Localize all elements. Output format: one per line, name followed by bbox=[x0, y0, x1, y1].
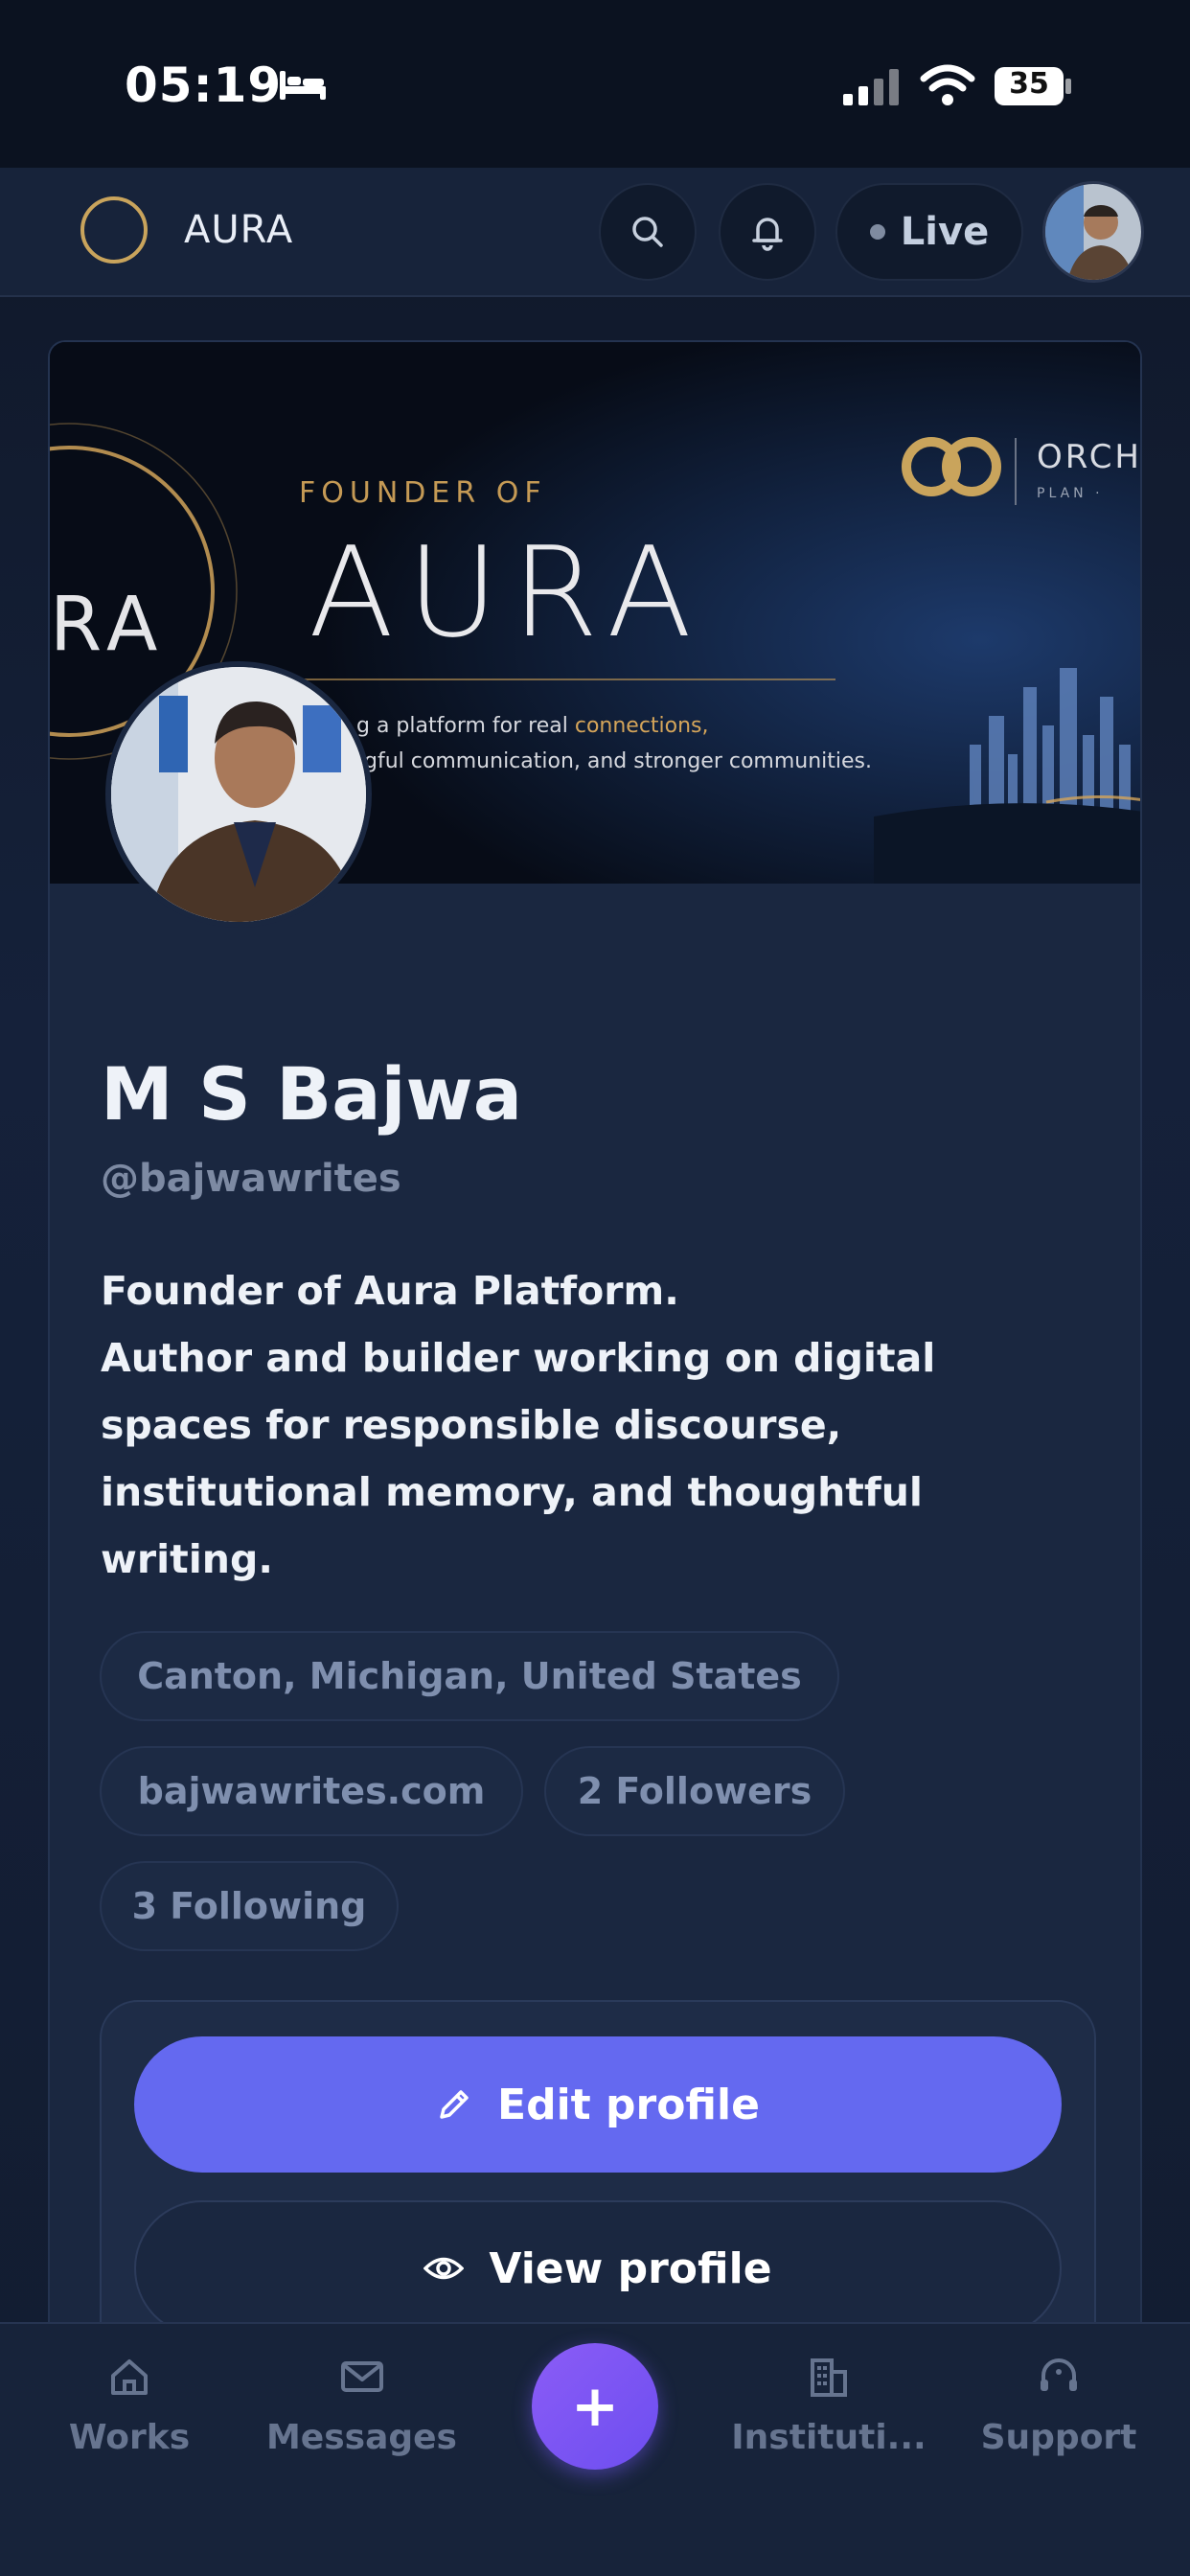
banner-tagline-line1: g a platform for real connections, bbox=[356, 714, 709, 738]
banner-partner-sub: PLAN · bbox=[1037, 486, 1104, 501]
banner-tagline-text: g a platform for real bbox=[356, 714, 575, 738]
home-icon bbox=[111, 2359, 148, 2395]
pencil-icon bbox=[440, 2090, 469, 2119]
location-chip: Canton, Michigan, United States bbox=[100, 1631, 839, 1721]
profile-card: RA FOUNDER OF AURA g a platform for real… bbox=[48, 340, 1142, 2576]
battery-level: 35 bbox=[1009, 67, 1049, 101]
live-status-dot bbox=[869, 224, 885, 240]
eye-icon bbox=[423, 2257, 465, 2280]
nav-item-messages[interactable]: Messages bbox=[263, 2353, 460, 2457]
plus-icon: + bbox=[570, 2373, 620, 2440]
banner-left-wordmark: RA bbox=[50, 582, 166, 668]
profile-photo bbox=[111, 667, 366, 922]
banner-partner-name: ORCH bbox=[1037, 438, 1142, 476]
search-button[interactable] bbox=[599, 183, 697, 281]
banner-tagline-accent: connections, bbox=[574, 714, 709, 738]
bell-icon bbox=[752, 218, 783, 251]
sleep-bed-icon bbox=[280, 71, 326, 100]
battery-indicator: 35 bbox=[993, 65, 1073, 107]
nav-label-messages: Messages bbox=[265, 2418, 457, 2457]
profile-screen: 05:19 35 AURA Live RA FOUNDER OF AURA g … bbox=[0, 0, 1190, 2576]
notifications-button[interactable] bbox=[719, 183, 816, 281]
bottom-navigation: Works Messages + Instituti... Support bbox=[0, 2322, 1190, 2576]
following-chip[interactable]: 3 Following bbox=[100, 1861, 399, 1951]
nav-item-support[interactable]: Support bbox=[977, 2353, 1140, 2457]
view-profile-label: View profile bbox=[489, 2243, 772, 2293]
profile-handle: @bajwawrites bbox=[101, 1157, 401, 1201]
create-post-button[interactable]: + bbox=[532, 2343, 658, 2470]
nav-item-institutions[interactable]: Instituti... bbox=[728, 2353, 929, 2457]
edit-profile-button[interactable]: Edit profile bbox=[134, 2036, 1062, 2173]
edit-profile-label: Edit profile bbox=[497, 2080, 760, 2129]
nav-label-support: Support bbox=[980, 2418, 1137, 2457]
banner-tagline-line2: gful communication, and stronger communi… bbox=[364, 749, 872, 773]
avatar-photo bbox=[1045, 184, 1141, 280]
live-label: Live bbox=[900, 210, 990, 254]
headset-icon bbox=[1041, 2358, 1077, 2391]
nav-label-institutions: Instituti... bbox=[731, 2418, 927, 2457]
user-avatar[interactable] bbox=[1042, 181, 1144, 283]
followers-chip[interactable]: 2 Followers bbox=[544, 1746, 845, 1836]
banner-founder-label: FOUNDER OF bbox=[299, 476, 547, 510]
profile-avatar[interactable] bbox=[105, 661, 372, 928]
profile-bio: Founder of Aura Platform. Author and bui… bbox=[101, 1268, 936, 1582]
wifi-icon bbox=[920, 64, 975, 105]
nav-item-works[interactable]: Works bbox=[67, 2353, 192, 2457]
nav-label-works: Works bbox=[68, 2418, 191, 2457]
aura-logo[interactable] bbox=[80, 196, 148, 264]
view-profile-button[interactable]: View profile bbox=[134, 2200, 1062, 2336]
website-chip[interactable]: bajwawrites.com bbox=[100, 1746, 523, 1836]
building-icon bbox=[811, 2358, 847, 2397]
live-button[interactable]: Live bbox=[835, 183, 1023, 281]
banner-title: AURA bbox=[309, 519, 706, 665]
profile-name: M S Bajwa bbox=[101, 1051, 523, 1137]
search-icon bbox=[632, 217, 663, 247]
app-header: AURA Live bbox=[0, 168, 1190, 297]
cellular-signal-icon bbox=[843, 69, 899, 105]
mail-icon bbox=[340, 2361, 383, 2392]
status-time: 05:19 bbox=[125, 58, 283, 113]
brand-name[interactable]: AURA bbox=[184, 208, 293, 252]
status-bar: 05:19 35 bbox=[0, 0, 1190, 168]
